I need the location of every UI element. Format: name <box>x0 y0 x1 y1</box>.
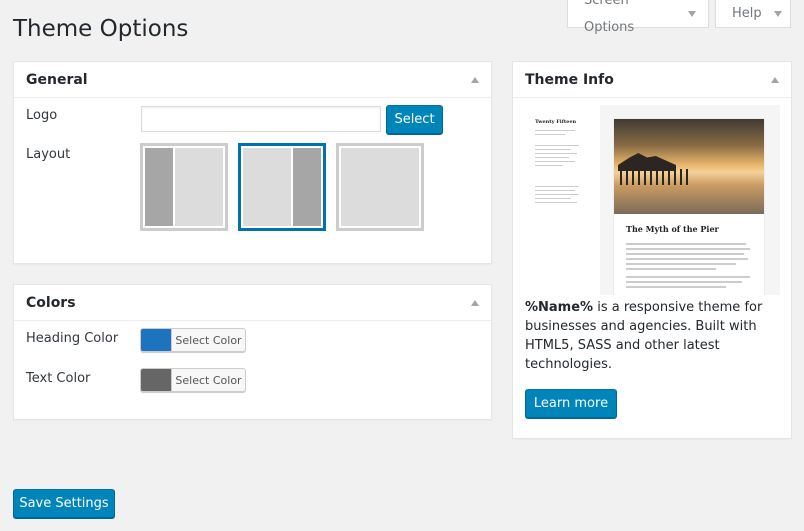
learn-more-button[interactable]: Learn more <box>525 389 617 418</box>
help-tab[interactable]: Help <box>715 0 791 28</box>
content-block <box>341 148 419 226</box>
select-color-label: Select Color <box>175 373 242 387</box>
screen-options-tab[interactable]: Screen Options <box>567 0 709 35</box>
collapse-toggle-icon[interactable] <box>471 76 479 83</box>
colors-panel-title: Colors <box>26 294 76 311</box>
save-settings-button[interactable]: Save Settings <box>13 489 115 518</box>
general-panel: General Logo Select Layout <box>13 61 492 264</box>
heading-color-label: Heading Color <box>26 331 119 346</box>
content-block <box>243 148 291 226</box>
theme-description: %Name% is a responsive theme for busines… <box>525 298 785 374</box>
general-panel-title: General <box>26 71 88 88</box>
theme-info-panel: Theme Info Twenty Fifteen The Myth of th… <box>512 61 792 439</box>
theme-info-panel-header[interactable]: Theme Info <box>513 62 791 98</box>
colors-panel-header[interactable]: Colors <box>14 285 491 321</box>
layout-label: Layout <box>26 147 71 162</box>
colors-panel: Colors Heading Color Select Color Text C… <box>13 284 492 420</box>
content-block <box>175 148 223 226</box>
preview-post-title: The Myth of the Pier <box>626 224 719 234</box>
sidebar-block <box>293 148 321 226</box>
general-panel-header[interactable]: General <box>14 62 491 98</box>
sidebar-block <box>145 148 173 226</box>
theme-screenshot: Twenty Fifteen The Myth of the Pier <box>521 105 780 295</box>
layout-option-no-sidebar[interactable] <box>336 143 424 231</box>
logo-select-button[interactable]: Select <box>386 105 443 134</box>
theme-name-token: %Name% <box>525 300 594 315</box>
chevron-down-icon <box>688 10 696 17</box>
preview-pier-image <box>614 119 764 214</box>
preview-post-card: The Myth of the Pier <box>614 119 764 295</box>
layout-option-left-sidebar[interactable] <box>140 143 228 231</box>
collapse-toggle-icon[interactable] <box>471 299 479 306</box>
preview-sidebar: Twenty Fifteen <box>535 117 591 287</box>
screen-options-label: Screen Options <box>584 0 635 35</box>
select-color-label: Select Color <box>175 333 242 347</box>
logo-label: Logo <box>26 108 58 123</box>
help-label: Help <box>732 6 762 21</box>
page-title: Theme Options <box>13 16 189 42</box>
heading-color-swatch <box>141 329 172 351</box>
text-color-label: Text Color <box>26 371 91 386</box>
preview-site-title: Twenty Fifteen <box>535 119 577 125</box>
text-color-swatch <box>141 369 172 391</box>
chevron-down-icon <box>773 10 782 17</box>
layout-option-right-sidebar[interactable] <box>238 143 326 231</box>
text-color-picker[interactable]: Select Color <box>140 368 246 392</box>
theme-info-panel-title: Theme Info <box>525 71 614 88</box>
heading-color-picker[interactable]: Select Color <box>140 328 246 352</box>
logo-url-input[interactable] <box>141 106 381 132</box>
preview-main: The Myth of the Pier <box>600 105 780 295</box>
collapse-toggle-icon[interactable] <box>771 76 779 83</box>
